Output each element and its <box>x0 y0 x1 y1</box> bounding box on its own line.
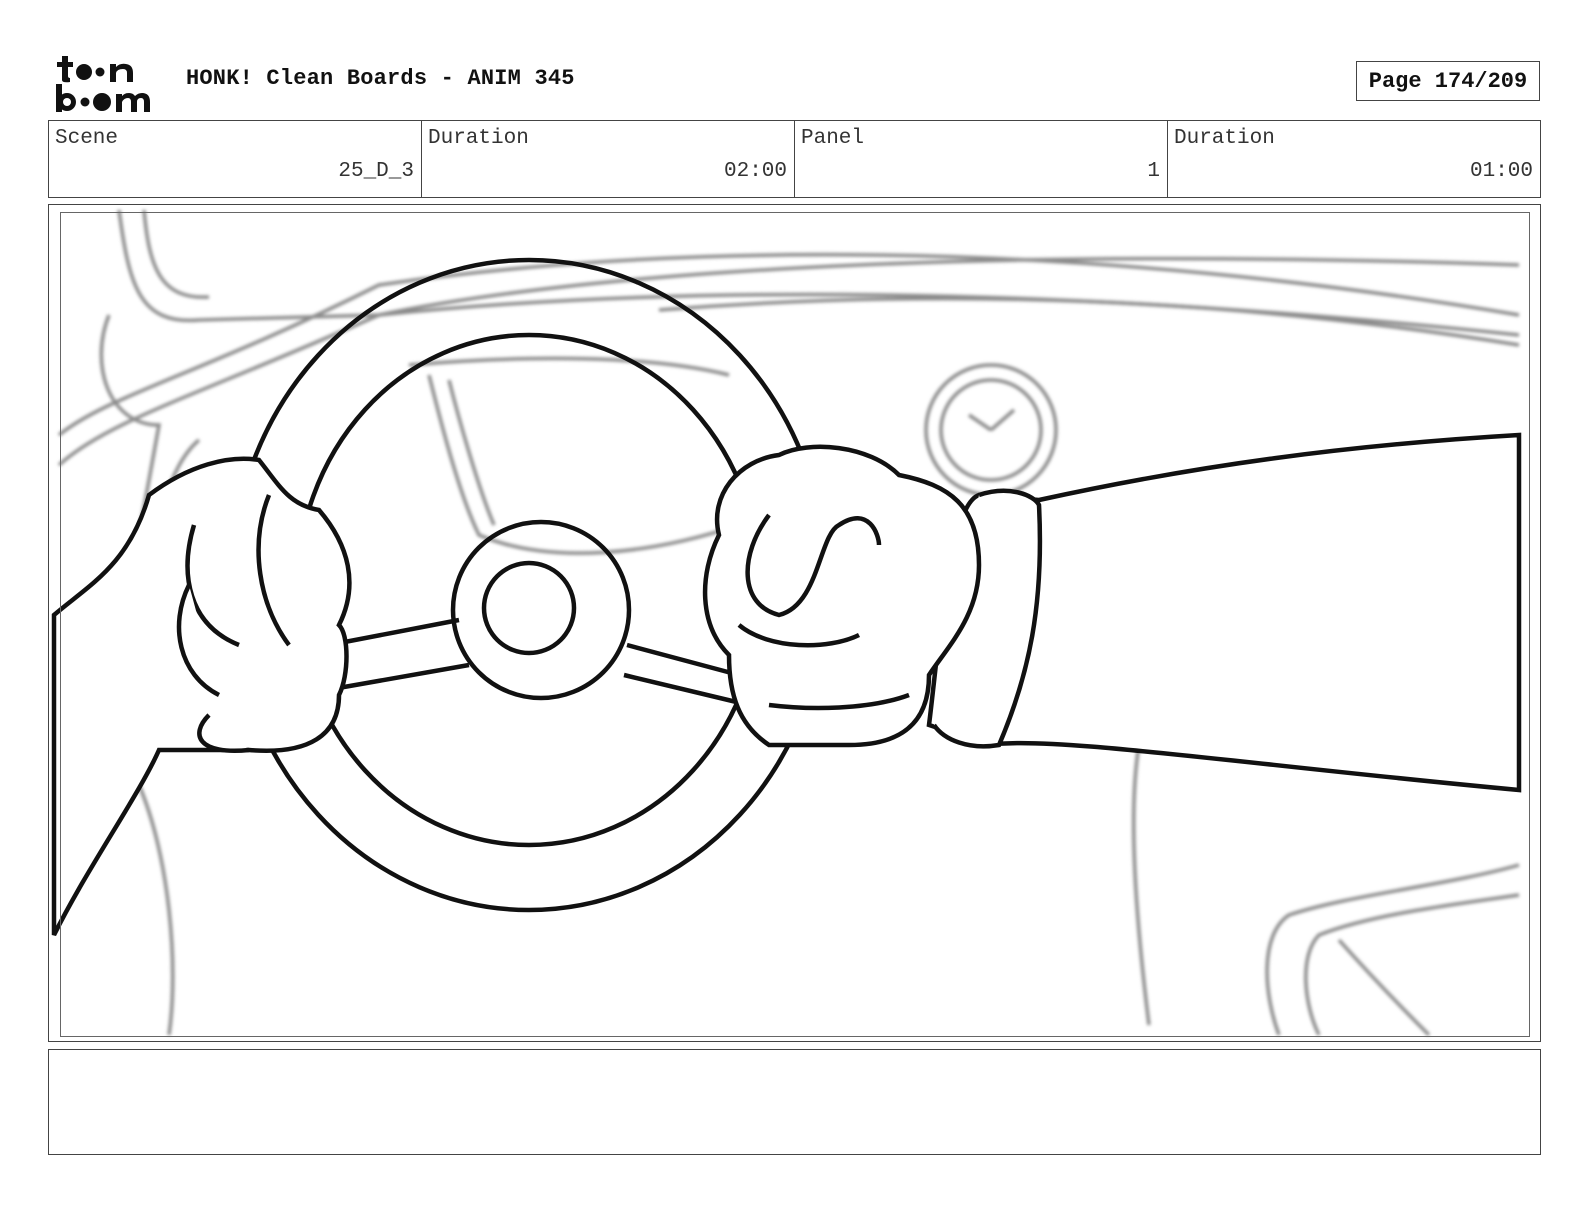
scene-duration-cell: Duration 02:00 <box>422 121 795 197</box>
toon-boom-logo <box>56 56 150 112</box>
right-hand <box>702 432 1522 793</box>
panel-notes-box <box>48 1049 1541 1155</box>
left-hand <box>51 456 352 937</box>
steering-wheel-drawing <box>51 209 1522 1037</box>
panel-duration-value: 01:00 <box>1469 160 1533 183</box>
document-title: HONK! Clean Boards - ANIM 345 <box>186 66 575 91</box>
panel-value: 1 <box>1147 160 1160 183</box>
panel-duration-cell: Duration 01:00 <box>1168 121 1540 197</box>
scene-info-row: Scene 25_D_3 Duration 02:00 Panel 1 Dura… <box>48 120 1541 198</box>
page-counter: Page 174/209 <box>1356 61 1540 101</box>
scene-duration-label: Duration <box>428 127 529 150</box>
panel-duration-label: Duration <box>1174 127 1275 150</box>
storyboard-panel <box>48 204 1541 1042</box>
panel-label: Panel <box>801 127 865 150</box>
scene-duration-value: 02:00 <box>723 160 787 183</box>
scene-label: Scene <box>55 127 119 150</box>
panel-cell: Panel 1 <box>795 121 1168 197</box>
scene-cell: Scene 25_D_3 <box>49 121 422 197</box>
scene-value: 25_D_3 <box>338 160 414 183</box>
